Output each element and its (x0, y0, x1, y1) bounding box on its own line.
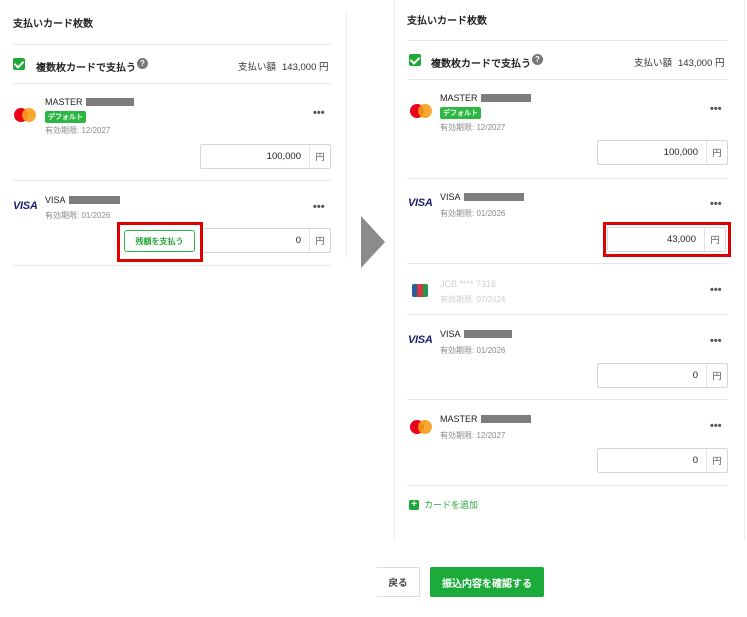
yen-unit: 円 (706, 364, 727, 387)
visa-logo-icon: VISA (408, 197, 433, 209)
card-amount-input[interactable] (201, 145, 309, 168)
mastercard-logo-icon (410, 104, 432, 118)
help-icon[interactable]: ? (532, 54, 543, 65)
card-amount-input[interactable] (201, 229, 309, 252)
card-amount-field[interactable]: 円 (200, 144, 331, 169)
card-menu-icon[interactable]: ••• (710, 420, 722, 432)
default-badge: デフォルト (45, 111, 86, 123)
card-expiry: 有効期限: 12/2027 (440, 431, 506, 440)
card-name: MASTER (440, 414, 531, 424)
plus-icon: + (409, 499, 419, 510)
divider (13, 44, 331, 45)
card-amount-input[interactable] (598, 364, 706, 387)
card-expiry: 有効期限: 12/2027 (440, 123, 506, 132)
card-expiry: 有効期限: 01/2026 (45, 211, 111, 220)
jcb-logo-icon (412, 284, 428, 297)
card-menu-icon[interactable]: ••• (313, 107, 325, 119)
payment-total: 支払い額 143,000 円 (634, 58, 725, 69)
divider (407, 399, 727, 400)
panel-divider (346, 12, 347, 258)
card-menu-icon[interactable]: ••• (313, 201, 325, 213)
divider (13, 265, 331, 266)
back-button[interactable]: 戻る (377, 567, 420, 597)
divider (407, 314, 727, 315)
add-card-link[interactable]: + カードを追加 (409, 498, 478, 511)
mastercard-logo-icon (14, 108, 36, 122)
yen-unit: 円 (309, 145, 330, 168)
section-title: 支払いカード枚数 (13, 19, 93, 30)
left-payment-panel: 支払いカード枚数 複数枚カードで支払う ? 支払い額 143,000 円 MAST… (0, 0, 346, 270)
payment-total: 支払い額 143,000 円 (238, 62, 329, 73)
card-amount-field[interactable]: 円 (597, 140, 728, 165)
divider (13, 83, 331, 84)
yen-unit: 円 (706, 449, 727, 472)
highlight-box (603, 222, 731, 257)
card-name: JCB **** 7318 (440, 279, 497, 289)
divider (407, 178, 727, 179)
card-name: VISA (440, 192, 524, 202)
help-icon[interactable]: ? (137, 58, 148, 69)
card-menu-icon[interactable]: ••• (710, 284, 722, 296)
card-expiry: 有効期限: 12/2027 (45, 126, 111, 135)
card-amount-field[interactable]: 円 (597, 448, 728, 473)
card-amount-field[interactable]: 円 (200, 228, 331, 253)
card-expiry: 有効期限: 01/2026 (440, 346, 506, 355)
divider (407, 79, 727, 80)
card-menu-icon[interactable]: ••• (710, 198, 722, 210)
arrow-right-icon (361, 216, 385, 268)
confirm-transfer-button[interactable]: 振込内容を確認する (430, 567, 544, 597)
yen-unit: 円 (309, 229, 330, 252)
card-name: MASTER (45, 97, 134, 107)
multi-card-label: 複数枚カードで支払う (36, 63, 136, 74)
divider (407, 263, 727, 264)
divider (13, 180, 331, 181)
multi-card-checkbox[interactable] (13, 58, 25, 70)
visa-logo-icon: VISA (408, 334, 433, 346)
visa-logo-icon: VISA (13, 200, 38, 212)
card-name: MASTER (440, 93, 531, 103)
card-menu-icon[interactable]: ••• (710, 335, 722, 347)
yen-unit: 円 (706, 141, 727, 164)
card-menu-icon[interactable]: ••• (710, 103, 722, 115)
highlight-box (117, 222, 203, 262)
multi-card-checkbox[interactable] (409, 54, 421, 66)
card-amount-input[interactable] (598, 141, 706, 164)
default-badge: デフォルト (440, 107, 481, 119)
multi-card-label: 複数枚カードで支払う (431, 59, 531, 70)
card-amount-field[interactable]: 円 (597, 363, 728, 388)
add-card-label: カードを追加 (424, 500, 479, 510)
card-amount-input[interactable] (598, 449, 706, 472)
right-payment-panel: 支払いカード枚数 複数枚カードで支払う ? 支払い額 143,000 円 MAST… (394, 0, 745, 540)
card-name: VISA (440, 329, 512, 339)
divider (407, 485, 727, 486)
card-expiry: 有効期限: 07/2024 (440, 295, 506, 304)
card-name: VISA (45, 195, 120, 205)
section-title: 支払いカード枚数 (407, 16, 487, 27)
card-expiry: 有効期限: 01/2026 (440, 209, 506, 218)
divider (407, 40, 727, 41)
mastercard-logo-icon (410, 420, 432, 434)
